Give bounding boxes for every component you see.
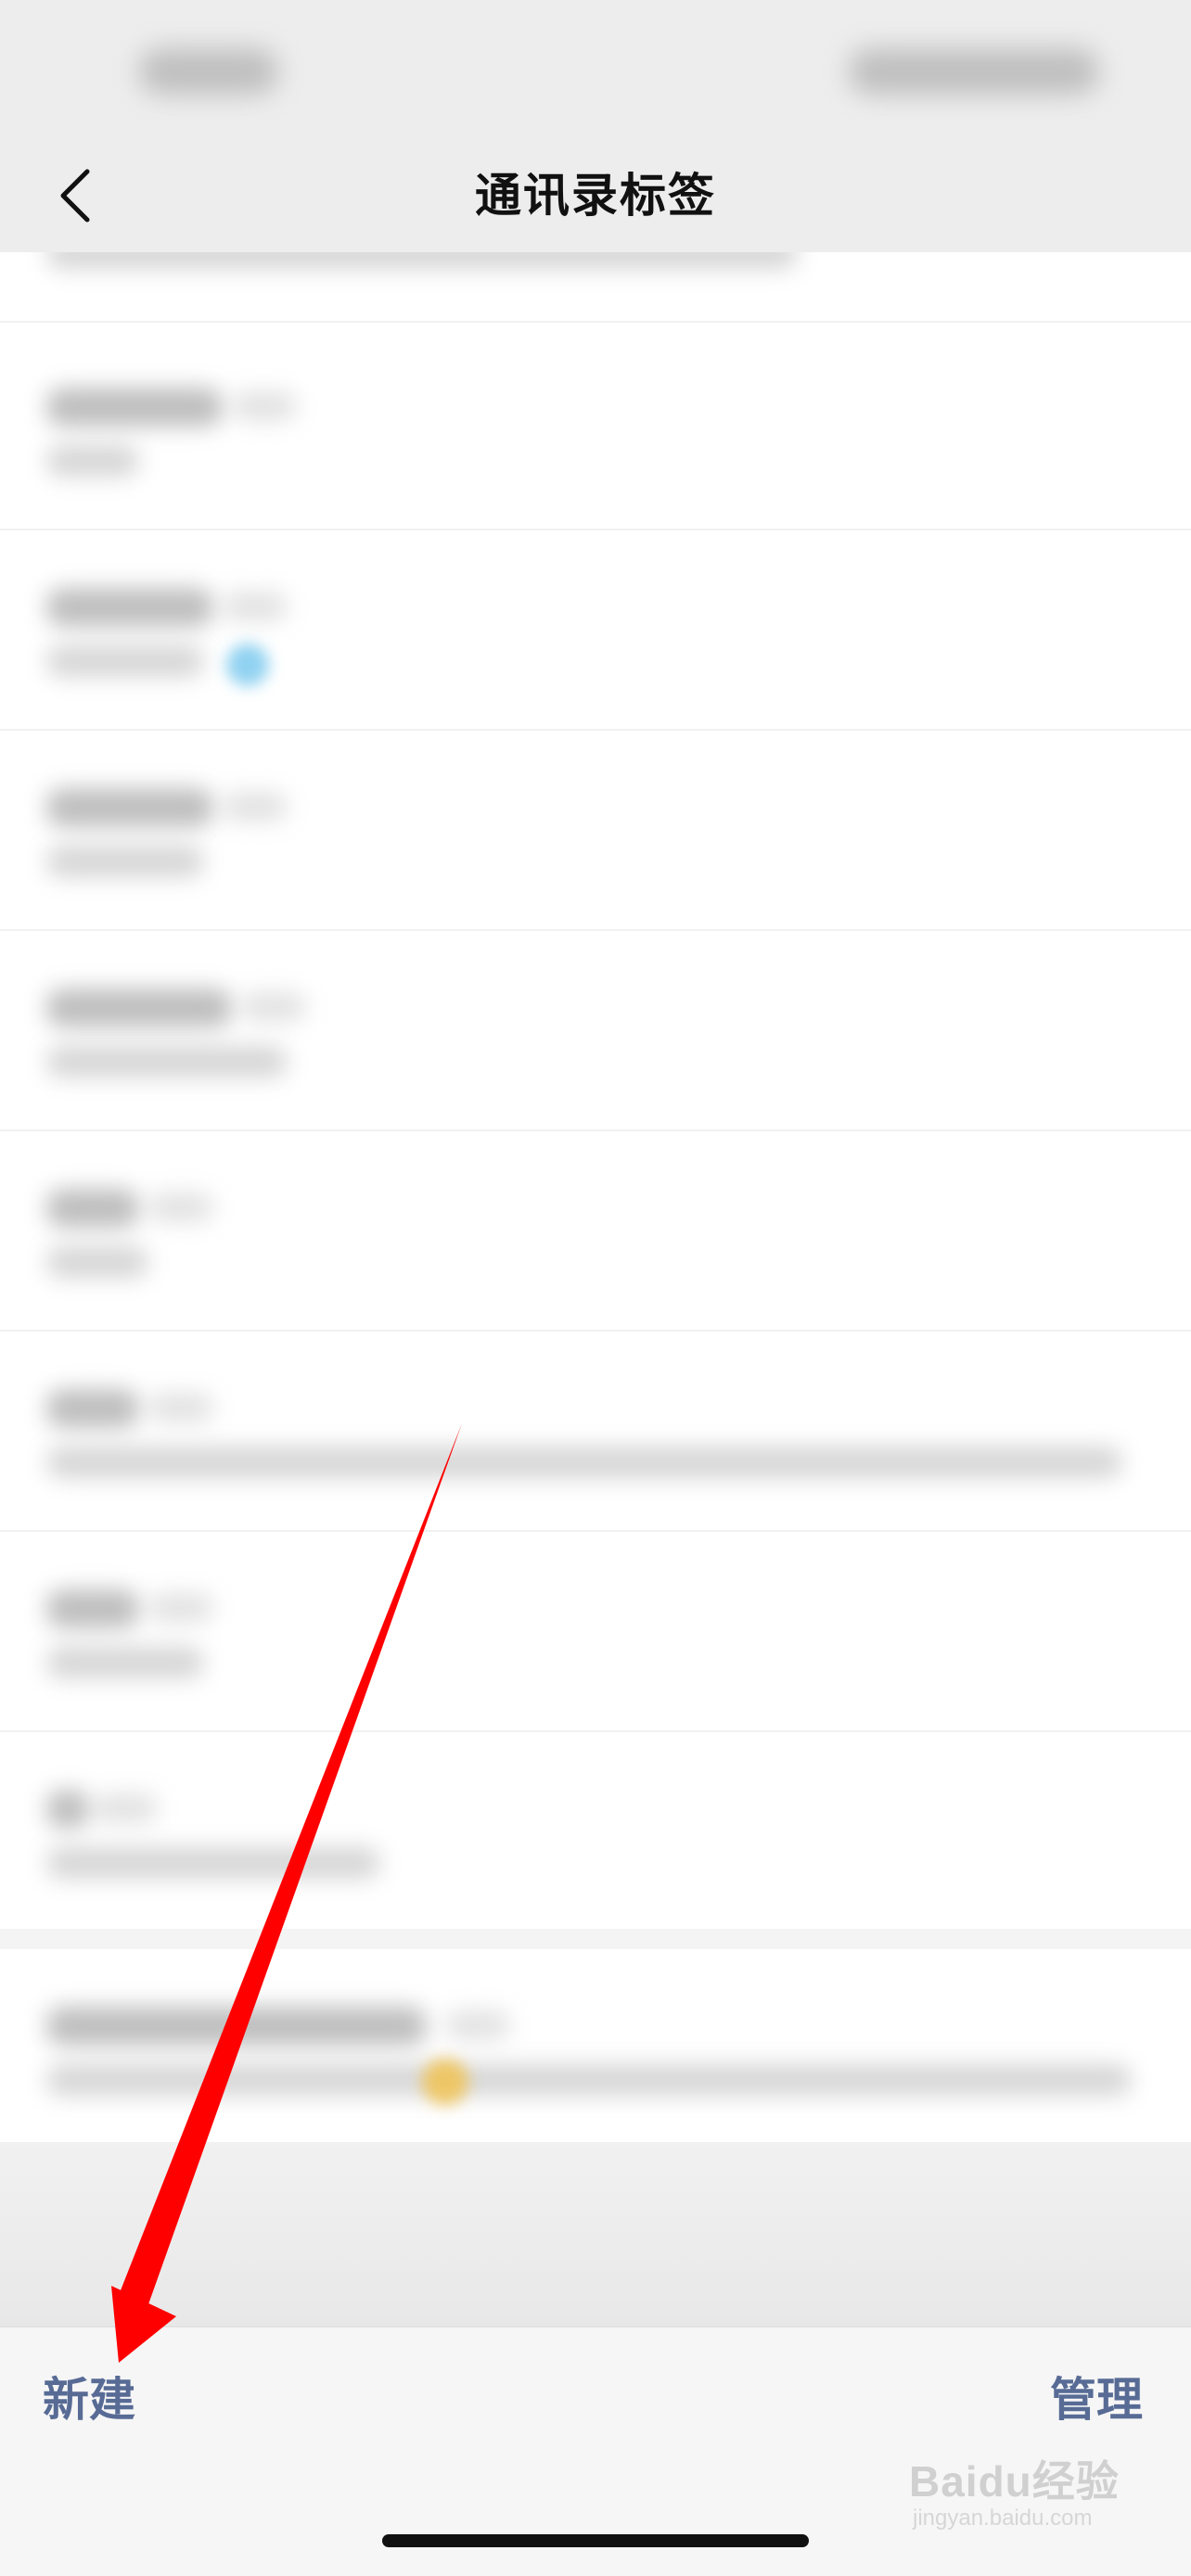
watermark-logo-text: Baidu经验 xyxy=(909,2457,1120,2506)
list-item[interactable] xyxy=(0,731,1191,931)
list-item-title xyxy=(46,388,223,427)
screen: 通讯录标签 新建 管理 Baidu经验 jingyan.baidu.com xyxy=(0,0,1191,2576)
list-item-title xyxy=(46,588,213,627)
list-item-count xyxy=(148,1393,213,1422)
list-item[interactable] xyxy=(0,530,1191,731)
manage-button[interactable]: 管理 xyxy=(1050,2363,1143,2437)
list-item-count xyxy=(232,391,297,421)
list-item-members xyxy=(46,645,204,677)
list-item[interactable] xyxy=(0,1732,1191,1932)
list-item-title xyxy=(46,1589,139,1628)
list-item-title xyxy=(46,988,232,1027)
list-item-members xyxy=(46,1246,148,1278)
status-icons xyxy=(849,48,1099,95)
list-item-title xyxy=(46,2007,427,2046)
list-footer-space xyxy=(0,2142,1191,2327)
list-item-title xyxy=(46,1790,89,1829)
status-time xyxy=(139,48,278,95)
emoji-icon xyxy=(226,644,269,686)
page-title: 通讯录标签 xyxy=(475,169,716,223)
list-item-count xyxy=(445,2010,510,2040)
list-item-members xyxy=(46,1847,380,1879)
list-item[interactable] xyxy=(0,1131,1191,1332)
list-item-members xyxy=(46,1447,1122,1478)
list-item-count xyxy=(148,1593,213,1623)
list-item[interactable] xyxy=(0,1332,1191,1532)
list-item-members xyxy=(46,1647,204,1678)
list-item-members xyxy=(46,846,204,877)
status-bar xyxy=(0,0,1191,139)
new-tag-button[interactable]: 新建 xyxy=(43,2363,135,2437)
list-item-count xyxy=(223,592,288,621)
list-item[interactable] xyxy=(0,931,1191,1131)
watermark: Baidu经验 jingyan.baidu.com xyxy=(909,2448,1159,2550)
list-item-count xyxy=(223,792,288,822)
list-item[interactable] xyxy=(0,1949,1191,2142)
list-item-title xyxy=(46,1189,139,1228)
list-item-members xyxy=(46,1046,288,1078)
list-item-count xyxy=(93,1793,158,1823)
list-item-count xyxy=(148,1192,213,1222)
watermark-url: jingyan.baidu.com xyxy=(913,2506,1093,2531)
list-item-count xyxy=(241,992,306,1022)
tag-list xyxy=(0,252,1191,2142)
home-indicator[interactable] xyxy=(382,2534,809,2547)
group-divider xyxy=(0,1929,1191,1949)
list-item[interactable] xyxy=(0,252,1191,323)
list-item-title xyxy=(46,1389,139,1428)
list-item-members xyxy=(46,252,798,269)
emoji-icon xyxy=(422,2059,468,2105)
list-item[interactable] xyxy=(0,330,1191,530)
list-item-title xyxy=(46,788,213,827)
list-item[interactable] xyxy=(0,1532,1191,1732)
list-item-members xyxy=(46,2064,1132,2096)
list-item-members xyxy=(46,445,139,477)
